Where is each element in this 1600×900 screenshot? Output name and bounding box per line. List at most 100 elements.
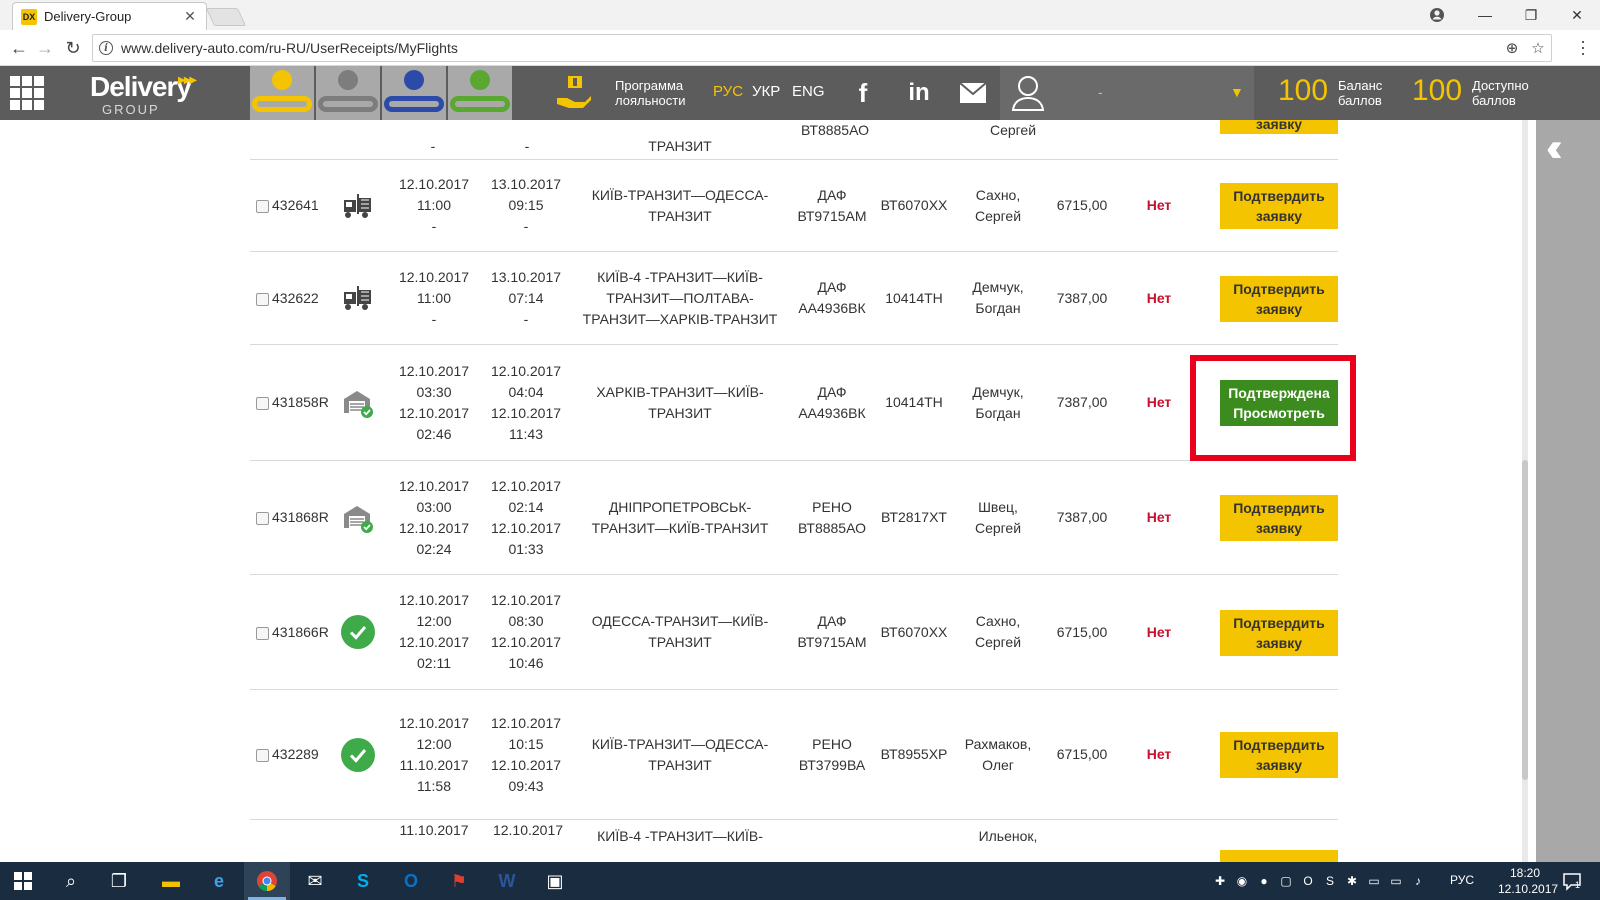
row-truck: ДАФ АА4936ВК — [790, 252, 874, 344]
tray-search-icon[interactable]: ◉ — [1234, 873, 1250, 889]
close-window-icon[interactable]: ✕ — [1554, 0, 1600, 30]
acrobat-icon[interactable]: ⚑ — [436, 862, 482, 900]
row-end-line: 04:04 — [508, 383, 544, 400]
row-route: КИЇВ-4 -ТРАНЗИТ—КИЇВ- ТРАНЗИТ—ПОЛТАВА- ТРА… — [578, 252, 782, 344]
tray-bluetooth-icon[interactable]: ✱ — [1344, 873, 1360, 889]
tray-clock[interactable]: 18:20 12.10.2017 — [1498, 865, 1558, 897]
row-route-line: ХАРКІВ-ТРАНЗИТ—КИЇВ- — [596, 383, 764, 400]
scrollbar-thumb[interactable] — [1522, 460, 1528, 780]
minimize-icon[interactable]: — — [1462, 0, 1508, 30]
collapse-panel-icon[interactable]: ‹‹ — [1546, 128, 1562, 168]
warehouse-check-icon — [336, 461, 380, 574]
row-checkbox[interactable] — [256, 749, 269, 762]
row-driver-line: Швец, — [978, 498, 1018, 515]
row-end-line: 12.10.2017 — [490, 756, 562, 773]
chain-green-icon — [448, 66, 512, 120]
row-amount: 7387,00 — [1056, 509, 1108, 525]
user-dropdown-icon[interactable]: ▼ — [1230, 84, 1244, 100]
user-avatar-icon[interactable] — [1010, 74, 1046, 112]
lang-ua[interactable]: УКР — [752, 83, 780, 100]
notification-center-icon[interactable]: 1 — [1562, 871, 1582, 891]
user-menu[interactable]: - ▼ — [1000, 66, 1254, 120]
zoom-icon[interactable]: ⊕ — [1499, 39, 1525, 57]
loyalty-program-link[interactable]: Программа лояльности — [615, 78, 685, 108]
task-view-icon[interactable]: ❐ — [96, 862, 142, 900]
site-info-icon[interactable]: i — [99, 41, 113, 55]
site-header: Delivery GROUP ▶▶▶ Программа лояльности … — [0, 66, 1600, 120]
start-windows-icon[interactable] — [0, 862, 46, 900]
tray-shield-icon[interactable]: ✚ — [1212, 873, 1228, 889]
apps-grid-icon[interactable] — [10, 76, 44, 110]
tray-app-icon[interactable]: ▢ — [1278, 873, 1294, 889]
confirm-button[interactable]: Подтвердить заявку — [1220, 276, 1338, 322]
outlook-icon[interactable]: O — [388, 862, 434, 900]
file-explorer-icon[interactable]: ▬ — [148, 862, 194, 900]
available-value: 100 — [1412, 74, 1463, 107]
browser-titlebar: DX Delivery-Group ✕ — ❐ ✕ — [0, 0, 1600, 30]
lang-ru[interactable]: РУС — [713, 83, 743, 100]
tab-close-icon[interactable]: ✕ — [182, 8, 198, 25]
confirm-button[interactable]: Подтвердить заявку — [1220, 732, 1338, 778]
row-start-line: 02:11 — [417, 655, 451, 671]
row-end-line: 12.10.2017 — [490, 634, 562, 650]
internet-explorer-icon[interactable]: e — [196, 862, 242, 900]
photos-icon[interactable]: ▣ — [532, 862, 578, 900]
facebook-icon[interactable]: f — [846, 76, 880, 110]
word-icon[interactable]: W — [484, 862, 530, 900]
linkedin-icon[interactable]: in — [902, 76, 936, 110]
row-checkbox[interactable] — [256, 512, 269, 525]
row-checkbox[interactable] — [256, 293, 269, 306]
row-driver: Рахмаков, Олег — [958, 690, 1038, 819]
row-checkbox[interactable] — [256, 397, 269, 410]
row-start-line: - — [431, 310, 437, 327]
skype-icon[interactable]: S — [340, 862, 386, 900]
profile-icon[interactable] — [1414, 0, 1460, 30]
row-driver: Сахно, Сергей — [958, 575, 1038, 689]
lang-en[interactable]: ENG — [792, 83, 825, 100]
tray-outlook-icon[interactable]: O — [1300, 873, 1316, 889]
row-checkbox[interactable] — [256, 200, 269, 213]
tray-skype-icon[interactable]: S — [1322, 873, 1338, 889]
row-start-line: 11:58 — [417, 777, 451, 794]
reload-icon[interactable]: ↻ — [62, 37, 84, 59]
forward-icon[interactable]: → — [34, 37, 56, 59]
site-logo[interactable]: Delivery GROUP ▶▶▶ — [90, 72, 230, 118]
new-tab-button[interactable] — [205, 8, 247, 26]
address-bar[interactable]: i www.delivery-auto.com/ru-RU/UserReceip… — [92, 34, 1552, 62]
tray-display-icon[interactable]: ▭ — [1388, 873, 1404, 889]
row-start-line: 03:30 — [416, 383, 452, 400]
confirm-button[interactable]: Подтвердить заявку — [1220, 610, 1338, 656]
browser-menu-icon[interactable]: · · · — [1580, 32, 1586, 62]
row-start: 12.10.2017 12:00 12.10.2017 02:11 — [386, 575, 482, 689]
row-start-line: 12.10.2017 — [398, 362, 470, 379]
url-text[interactable]: www.delivery-auto.com/ru-RU/UserReceipts… — [121, 40, 1499, 56]
loyalty-hand-icon[interactable] — [555, 74, 595, 112]
tray-network-icon[interactable]: ▭ — [1366, 873, 1382, 889]
row-truck-line: ВТ9715АМ — [797, 207, 867, 224]
row-driver-line: Сахно, — [975, 186, 1021, 203]
tray-chat-icon[interactable]: ● — [1256, 873, 1272, 889]
mail-icon[interactable] — [956, 76, 990, 110]
confirm-button[interactable]: заявку — [1220, 116, 1338, 134]
row-end-line: 11:43 — [509, 425, 543, 442]
restore-icon[interactable]: ❐ — [1508, 0, 1554, 30]
tray-language[interactable]: РУС — [1450, 873, 1474, 887]
browser-tab[interactable]: DX Delivery-Group ✕ — [12, 2, 207, 30]
confirm-button[interactable]: Подтвердить заявку — [1220, 183, 1338, 229]
mail-app-icon[interactable]: ✉ — [292, 862, 338, 900]
row-checkbox[interactable] — [256, 627, 269, 640]
chrome-icon[interactable] — [244, 862, 290, 900]
tray-volume-icon[interactable]: ♪ — [1410, 873, 1426, 889]
row-start: 12.10.2017 03:30 12.10.2017 02:46 — [386, 345, 482, 460]
button-line: Подтвердить — [1233, 737, 1325, 753]
row-status: Нет — [1146, 509, 1172, 525]
row-truck-line: ДАФ — [817, 613, 847, 629]
bookmark-star-icon[interactable]: ☆ — [1525, 39, 1551, 57]
confirm-button[interactable]: Подтвердить заявку — [1220, 495, 1338, 541]
back-icon[interactable]: ← — [8, 37, 30, 59]
row-driver-line: Олег — [982, 756, 1014, 773]
search-icon[interactable]: ⌕ — [48, 862, 94, 900]
row-id: 431866R — [272, 623, 329, 640]
chain-blue-icon — [382, 66, 446, 120]
row-route: ТРАНЗИТ — [648, 138, 712, 154]
